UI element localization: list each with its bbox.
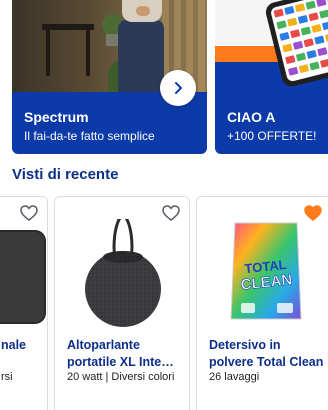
recently-viewed-heading: Visti di recente (12, 166, 119, 183)
product-image: TOTAL CLEAN (197, 219, 328, 329)
next-button[interactable] (160, 70, 196, 106)
promo-card-spectrum[interactable]: Spectrum Il fai-da-te fatto semplice (12, 0, 207, 154)
promo-subtitle: +100 OFFERTE! (227, 129, 317, 143)
product-name: Altoparlante portatile XL Inte… (67, 338, 174, 369)
promo-photo (215, 0, 328, 89)
product-detail: 20 watt | Diversi colori (67, 371, 175, 383)
product-card[interactable]: nale rsi (0, 196, 48, 410)
promo-carousel: Spectrum Il fai-da-te fatto semplice CIA… (12, 0, 328, 154)
promo-title: Spectrum (24, 109, 89, 125)
promo-title: CIAO A (227, 109, 276, 125)
product-image (55, 213, 189, 329)
chevron-right-icon (175, 82, 182, 94)
recently-viewed-list: nale rsi Altoparlante portatile XL Inte…… (0, 196, 328, 410)
page: Spectrum Il fai-da-te fatto semplice CIA… (0, 0, 328, 410)
product-name: nale (1, 338, 27, 352)
product-detail: 26 lavaggi (209, 371, 260, 383)
product-card[interactable]: Altoparlante portatile XL Inte… 20 watt … (54, 196, 190, 410)
promo-card-ciao[interactable]: CIAO A +100 OFFERTE! (215, 0, 328, 154)
product-image (0, 219, 47, 329)
product-detail: rsi (1, 371, 13, 383)
phone-illustration (263, 0, 328, 89)
product-name: Detersivo in polvere Total Clean (209, 338, 324, 369)
promo-subtitle: Il fai-da-te fatto semplice (24, 129, 155, 143)
product-card[interactable]: TOTAL CLEAN Detersivo in polvere Total C… (196, 196, 328, 410)
